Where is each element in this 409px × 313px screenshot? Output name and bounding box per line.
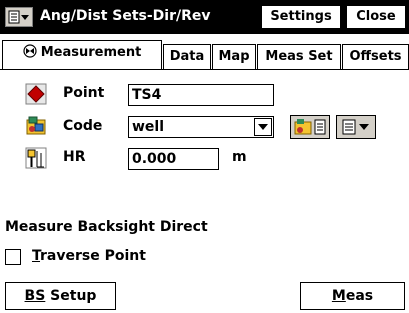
meas-button[interactable]: Meas (300, 282, 405, 310)
title-bar: Ang/Dist Sets-Dir/Rev Settings Close (0, 0, 409, 34)
status-text: Measure Backsight Direct (5, 219, 208, 235)
tab-measurement-label: Measurement (40, 45, 142, 60)
tab-offsets[interactable]: Offsets (342, 44, 409, 69)
point-field[interactable]: TS4 (128, 84, 274, 106)
window-title: Ang/Dist Sets-Dir/Rev (40, 8, 211, 24)
chevron-down-icon[interactable] (254, 118, 272, 136)
code-menu-button[interactable] (336, 115, 376, 139)
satellite-icon (23, 44, 37, 58)
close-button[interactable]: Close (346, 5, 406, 29)
point-icon (25, 83, 47, 105)
bs-setup-button[interactable]: BS Setup (5, 282, 116, 310)
tab-map[interactable]: Map (212, 44, 256, 69)
code-value: well (132, 119, 165, 135)
hr-label: HR (63, 149, 86, 165)
menu-icon (342, 119, 369, 135)
traverse-point-label[interactable]: Traverse Point (32, 248, 146, 264)
traverse-point-rest: raverse Point (40, 248, 146, 264)
menu-icon (8, 10, 29, 24)
settings-button[interactable]: Settings (261, 5, 341, 29)
meas-rest: eas (345, 288, 374, 304)
app-menu-button[interactable] (5, 7, 33, 27)
hr-field[interactable]: 0.000 (128, 148, 219, 170)
bs-setup-accel: BS (24, 288, 46, 304)
tab-bar: Measurement Data Map Meas Set Offsets (0, 40, 409, 70)
code-label: Code (63, 118, 103, 134)
code-attributes-button[interactable] (290, 115, 330, 139)
prism-height-icon (25, 147, 47, 169)
code-dropdown[interactable]: well (128, 116, 274, 138)
bs-setup-rest: Setup (45, 288, 97, 304)
traverse-point-checkbox[interactable] (5, 249, 21, 265)
traverse-point-accel: T (32, 248, 41, 264)
meas-accel: M (331, 288, 346, 304)
tab-meas-set[interactable]: Meas Set (257, 44, 341, 69)
code-list-icon (25, 115, 47, 137)
code-attributes-icon (294, 119, 326, 135)
hr-unit: m (232, 149, 247, 165)
tab-divider (0, 69, 409, 70)
tab-data[interactable]: Data (163, 44, 211, 69)
tab-measurement[interactable]: Measurement (2, 40, 162, 70)
point-label: Point (63, 85, 105, 101)
